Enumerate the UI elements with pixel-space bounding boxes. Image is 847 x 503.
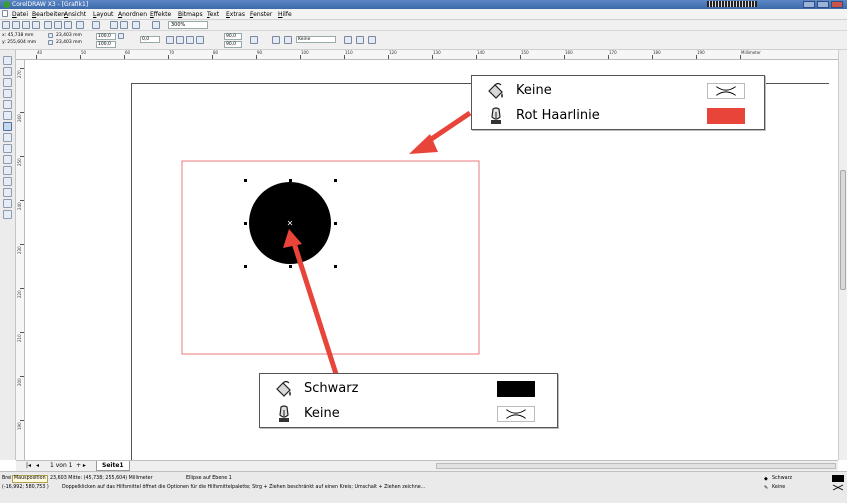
arrow-bottom-shaft [291,242,340,378]
next-page-button[interactable]: + ▸ [76,462,86,469]
fill-color-swatch [832,475,844,482]
callout-frame-properties: Keine Rot Haarlinie [471,75,765,130]
selection-handle[interactable] [289,265,292,268]
no-outline-swatch [497,406,535,422]
fill-label: Keine [516,83,552,98]
status-prefix: Brei [2,476,12,481]
selection-handle[interactable] [244,222,247,225]
tab-seite1[interactable]: Seite1 [96,461,130,471]
fill-indicator: Schwarz [772,476,793,481]
selection-handle[interactable] [244,179,247,182]
page-navigator: |◂ ◂ 1 von 1 + ▸ Seite1 [16,460,838,471]
fill-label: Schwarz [304,381,359,396]
red-hairline-frame [181,160,480,355]
status-bar: Brei Mausposition 23,603 Mitte: (45,738;… [0,471,847,503]
first-page-button[interactable]: |◂ [26,462,31,469]
status-object: Ellipse auf Ebene 1 [186,476,232,481]
black-fill-swatch [497,381,535,397]
outline-pen-icon [491,107,501,124]
outline-indicator: Keine [772,485,786,490]
page-counter: 1 von 1 [50,462,73,469]
prev-page-button[interactable]: ◂ [36,462,39,469]
status-hint: Doppelklicken auf das Hilfsmittel öffnet… [62,485,426,490]
fill-row: Keine [472,79,764,101]
fill-bucket-icon [488,82,503,99]
callout-circle-properties: Schwarz Keine [259,373,558,428]
outline-label: Keine [304,406,340,421]
outline-row: Rot Haarlinie [472,104,764,126]
selection-handle[interactable] [289,179,292,182]
selection-handle[interactable] [334,222,337,225]
selection-handle[interactable] [244,265,247,268]
fill-indicator-icon: ◆ [764,476,768,482]
fill-row: Schwarz [260,377,557,399]
horizontal-scrollbar[interactable] [436,463,836,469]
status-cursor-coords: (-16,992; 580,753 ) [2,485,49,490]
outline-label: Rot Haarlinie [516,108,600,123]
selection-handle[interactable] [334,179,337,182]
outline-row: Keine [260,402,557,424]
mouse-position-badge: Mausposition [12,475,48,483]
fill-bucket-icon [276,380,291,397]
selection-handle[interactable] [334,265,337,268]
no-fill-swatch [707,83,745,99]
outline-pen-icon [279,405,289,422]
status-dimensions: 23,603 Mitte: (45,738; 255,604) Millimet… [50,476,153,481]
outline-none-icon [832,484,844,491]
outline-indicator-icon: ✎ [764,485,769,491]
red-outline-swatch [707,108,745,124]
